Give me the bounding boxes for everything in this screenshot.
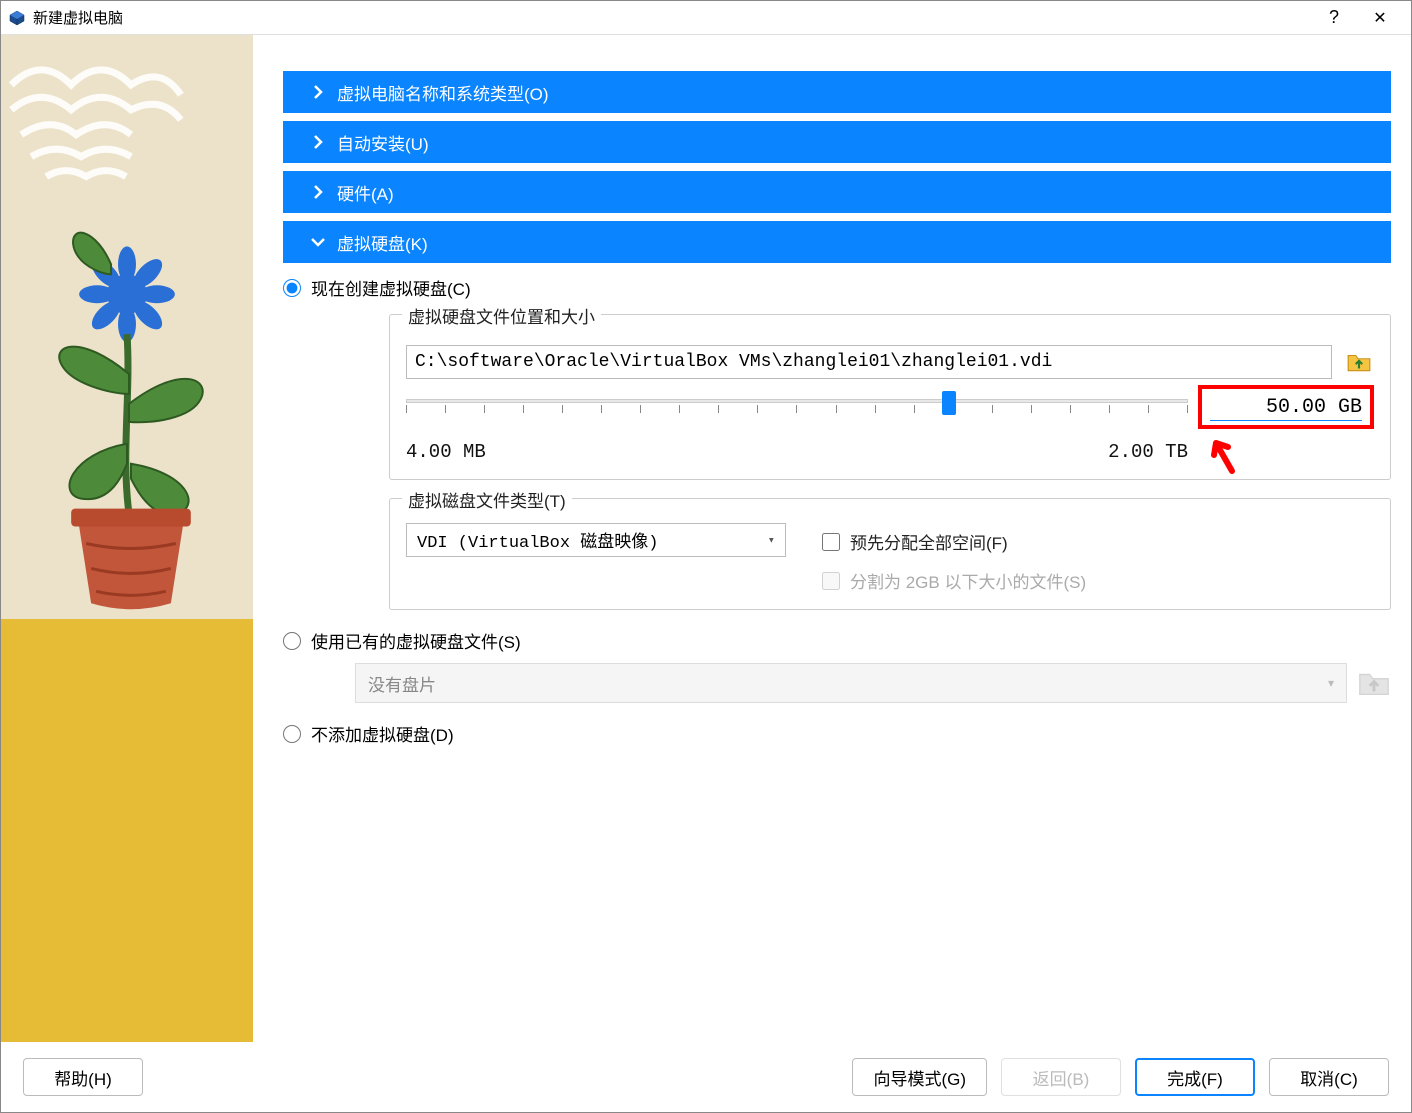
back-button: 返回(B) [1001, 1058, 1121, 1096]
accordion-name-os[interactable]: 虚拟电脑名称和系统类型(O) [283, 71, 1391, 113]
accordion-label: 自动安装(U) [337, 130, 429, 155]
finish-button[interactable]: 完成(F) [1135, 1058, 1255, 1096]
radio-no-disk-input[interactable] [283, 725, 301, 743]
chevron-down-icon: ▾ [768, 533, 775, 548]
help-button-footer[interactable]: 帮助(H) [23, 1058, 143, 1096]
radio-use-existing-input[interactable] [283, 632, 301, 650]
checkbox-split2g: 分割为 2GB 以下大小的文件(S) [822, 568, 1086, 593]
slider-max-label: 2.00 TB [1108, 441, 1188, 463]
radio-use-existing[interactable]: 使用已有的虚拟硬盘文件(S) [283, 628, 1391, 653]
existing-disk-placeholder: 没有盘片 [368, 671, 436, 696]
chevron-right-icon [307, 134, 329, 150]
disk-type-select[interactable]: VDI (VirtualBox 磁盘映像) ▾ [406, 523, 786, 557]
footer: 帮助(H) 向导模式(G) 返回(B) 完成(F) 取消(C) [1, 1042, 1411, 1112]
disk-path-input[interactable] [406, 345, 1332, 379]
slider-thumb[interactable] [942, 391, 956, 415]
group-location-size: 虚拟硬盘文件位置和大小 [389, 314, 1391, 480]
content-panel: 虚拟电脑名称和系统类型(O) 自动安装(U) 硬件(A) 虚拟硬盘(K) 现在创… [253, 35, 1411, 1042]
annotation-arrow-icon [1204, 435, 1244, 475]
accordion-hardware[interactable]: 硬件(A) [283, 171, 1391, 213]
checkbox-prealloc[interactable]: 预先分配全部空间(F) [822, 529, 1086, 554]
close-button[interactable]: ✕ [1357, 2, 1403, 34]
size-slider[interactable] [406, 391, 1188, 417]
radio-create-now-input[interactable] [283, 279, 301, 297]
chevron-down-icon: ▾ [1328, 676, 1334, 690]
sidebar-illustration [1, 35, 253, 1042]
chevron-down-icon [307, 234, 329, 250]
checkbox-label: 分割为 2GB 以下大小的文件(S) [850, 568, 1086, 593]
browse-button[interactable] [1344, 347, 1374, 377]
radio-label: 不添加虚拟硬盘(D) [311, 721, 454, 746]
radio-label: 使用已有的虚拟硬盘文件(S) [311, 628, 521, 653]
accordion-auto-install[interactable]: 自动安装(U) [283, 121, 1391, 163]
cancel-button[interactable]: 取消(C) [1269, 1058, 1389, 1096]
chevron-right-icon [307, 84, 329, 100]
window-title: 新建虚拟电脑 [33, 7, 1311, 28]
path-row [406, 345, 1374, 379]
main-area: 虚拟电脑名称和系统类型(O) 自动安装(U) 硬件(A) 虚拟硬盘(K) 现在创… [1, 35, 1411, 1042]
group-disk-type: 虚拟磁盘文件类型(T) VDI (VirtualBox 磁盘映像) ▾ 预先分配… [389, 498, 1391, 610]
slider-row: 4.00 MB 2.00 TB 50.00 GB [406, 391, 1374, 463]
browse-existing-button [1357, 666, 1391, 700]
accordion-label: 虚拟硬盘(K) [337, 230, 428, 255]
checkbox-prealloc-input[interactable] [822, 533, 840, 551]
existing-disk-row: 没有盘片 ▾ [355, 663, 1391, 703]
checkbox-label: 预先分配全部空间(F) [850, 529, 1008, 554]
accordion-label: 硬件(A) [337, 180, 394, 205]
accordion-label: 虚拟电脑名称和系统类型(O) [337, 80, 549, 105]
existing-disk-select: 没有盘片 ▾ [355, 663, 1347, 703]
wizard-mode-button[interactable]: 向导模式(G) [852, 1058, 987, 1096]
group-legend: 虚拟硬盘文件位置和大小 [402, 303, 601, 328]
size-input[interactable]: 50.00 GB [1198, 385, 1374, 429]
checkbox-split2g-input [822, 572, 840, 590]
title-bar: 新建虚拟电脑 ? ✕ [1, 1, 1411, 35]
radio-no-disk[interactable]: 不添加虚拟硬盘(D) [283, 721, 1391, 746]
help-button[interactable]: ? [1311, 2, 1357, 34]
disk-type-value: VDI (VirtualBox 磁盘映像) [417, 527, 658, 553]
chevron-right-icon [307, 184, 329, 200]
accordion-hard-disk[interactable]: 虚拟硬盘(K) [283, 221, 1391, 263]
radio-label: 现在创建虚拟硬盘(C) [311, 275, 471, 300]
slider-min-label: 4.00 MB [406, 441, 486, 463]
app-icon [9, 10, 25, 26]
size-value: 50.00 GB [1266, 396, 1362, 419]
group-legend: 虚拟磁盘文件类型(T) [402, 487, 572, 512]
radio-create-now[interactable]: 现在创建虚拟硬盘(C) [283, 275, 1391, 300]
